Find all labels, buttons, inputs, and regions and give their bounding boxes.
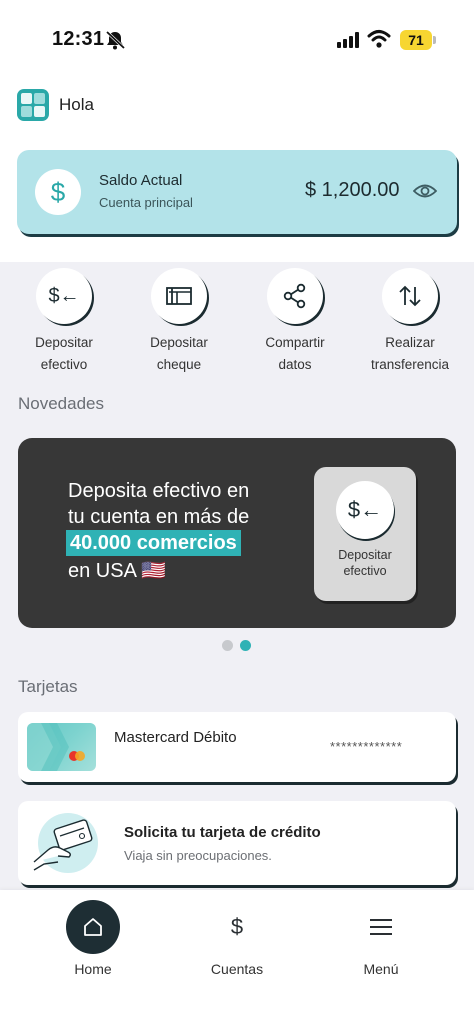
action-label-line1: Depositar	[35, 335, 93, 350]
action-label-line1: Depositar	[150, 335, 208, 350]
action-deposit-check[interactable]: Depositar cheque	[121, 268, 237, 376]
dollar-icon: $	[35, 169, 81, 215]
promo-highlight: 40.000 comercios	[66, 530, 241, 556]
section-title-cards: Tarjetas	[18, 677, 78, 696]
deposit-cash-icon: $←	[336, 481, 394, 539]
pagination-dot-active[interactable]	[240, 640, 251, 651]
credit-card-request-row[interactable]: Solicita tu tarjeta de crédito Viaja sin…	[18, 801, 456, 885]
dollar-icon: $	[230, 914, 244, 939]
bottom-nav: Home $ Cuentas Menú	[0, 890, 474, 1024]
promo-banner[interactable]: Deposita efectivo en tu cuenta en más de…	[18, 438, 456, 628]
action-share-data[interactable]: Compartir datos	[237, 268, 353, 376]
debit-card-row[interactable]: Mastercard Débito *************	[18, 712, 456, 782]
promo-deposit-label: Depositar efectivo	[314, 547, 416, 579]
nav-home[interactable]: Home	[23, 900, 163, 977]
action-label: Depositar cheque	[121, 332, 237, 376]
card-image	[27, 723, 96, 771]
transfer-icon	[382, 268, 438, 324]
home-icon	[66, 900, 120, 954]
promo-line-1: Deposita efectivo en	[68, 480, 250, 502]
action-deposit-cash[interactable]: $← Depositar efectivo	[6, 268, 122, 376]
battery-tip	[433, 36, 436, 44]
card-number-masked: *************	[330, 739, 403, 754]
menu-icon	[354, 900, 408, 954]
share-icon	[267, 268, 323, 324]
action-label-line2: cheque	[156, 357, 202, 372]
deposit-cash-icon: $←	[36, 268, 92, 324]
eye-icon[interactable]	[413, 180, 437, 202]
credit-request-title: Solicita tu tarjeta de crédito	[124, 824, 321, 841]
balance-title: Saldo Actual	[99, 172, 183, 189]
promo-line-4: en USA 🇺🇸	[68, 560, 167, 582]
promo-deposit-label-line1: Depositar	[338, 548, 392, 562]
action-transfer[interactable]: Realizar transferencia	[352, 268, 468, 376]
promo-line-2: tu cuenta en más de	[68, 506, 250, 528]
balance-amount: $ 1,200.00	[305, 179, 400, 201]
promo-deposit-label-line2: efectivo	[343, 564, 387, 578]
wifi-icon	[367, 30, 391, 48]
action-label-line2: transferencia	[370, 357, 450, 372]
action-label-line1: Compartir	[265, 335, 325, 350]
status-bar: 12:31 71	[0, 0, 474, 80]
balance-card[interactable]: $ Saldo Actual Cuenta principal $ 1,200.…	[17, 150, 457, 234]
battery-indicator: 71	[400, 30, 432, 50]
nav-accounts[interactable]: $ Cuentas	[167, 900, 307, 977]
nav-menu[interactable]: Menú	[311, 900, 451, 977]
status-time: 12:31	[52, 28, 105, 50]
mastercard-logo-icon-2	[75, 751, 85, 761]
balance-subtitle: Cuenta principal	[99, 195, 193, 210]
nav-label: Cuentas	[210, 961, 264, 977]
app-logo-icon	[17, 89, 49, 121]
nav-label: Home	[74, 961, 112, 977]
action-label-line2: efectivo	[40, 357, 88, 372]
action-label-line2: datos	[278, 357, 312, 372]
section-title-news: Novedades	[18, 394, 105, 413]
pagination-dot[interactable]	[222, 640, 233, 651]
greeting-text: Hola	[59, 95, 94, 114]
check-icon	[151, 268, 207, 324]
promo-deposit-button[interactable]: $← Depositar efectivo	[314, 467, 416, 601]
card-name: Mastercard Débito	[114, 729, 237, 746]
bell-muted-icon	[105, 30, 126, 50]
action-label: Depositar efectivo	[6, 332, 122, 376]
credit-request-subtitle: Viaja sin preocupaciones.	[124, 848, 272, 863]
nav-label: Menú	[363, 961, 399, 977]
action-label: Realizar transferencia	[352, 332, 468, 376]
action-label-line1: Realizar	[385, 335, 435, 350]
action-label: Compartir datos	[237, 332, 353, 376]
hand-card-icon	[33, 813, 98, 873]
signal-icon	[337, 32, 359, 48]
